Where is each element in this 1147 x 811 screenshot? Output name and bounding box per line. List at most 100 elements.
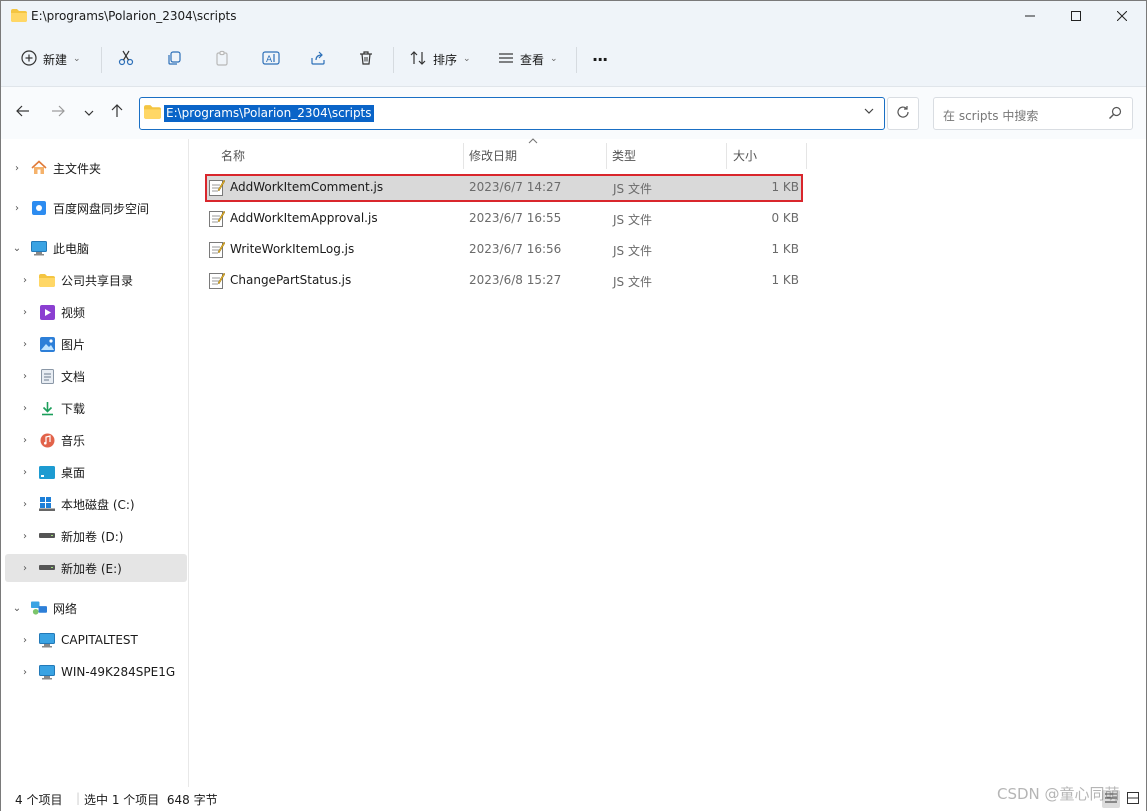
folder-icon <box>39 272 55 288</box>
chevron-right-icon[interactable]: › <box>19 435 31 446</box>
sidebar-item-shared-folder[interactable]: › 公司共享目录 <box>5 266 187 294</box>
rename-button[interactable]: A <box>262 43 280 75</box>
file-row[interactable]: WriteWorkItemLog.js 2023/6/7 16:56 JS 文件… <box>206 237 802 263</box>
share-icon <box>310 50 326 69</box>
chevron-right-icon[interactable]: › <box>19 339 31 350</box>
js-file-icon <box>209 179 226 199</box>
paste-button[interactable] <box>214 43 230 75</box>
refresh-button[interactable] <box>887 97 919 130</box>
sidebar-item-pictures[interactable]: › 图片 <box>5 330 187 358</box>
copy-button[interactable] <box>166 43 182 75</box>
sidebar-item-desktop[interactable]: › 桌面 <box>5 458 187 486</box>
chevron-right-icon[interactable]: › <box>19 667 31 678</box>
sidebar-item-drive-c[interactable]: › 本地磁盘 (C:) <box>5 490 187 518</box>
cut-button[interactable] <box>118 43 134 75</box>
toolbar-divider <box>101 47 102 73</box>
chevron-right-icon[interactable]: › <box>19 563 31 574</box>
sidebar-item-drive-d[interactable]: › 新加卷 (D:) <box>5 522 187 550</box>
forward-button[interactable] <box>48 103 68 123</box>
chevron-right-icon[interactable]: › <box>19 467 31 478</box>
network-icon <box>31 600 47 616</box>
column-divider[interactable] <box>806 143 807 169</box>
sidebar-item-capitaltest[interactable]: › CAPITALTEST <box>5 626 187 654</box>
chevron-down-icon[interactable] <box>864 106 874 119</box>
chevron-right-icon[interactable]: › <box>11 203 23 214</box>
file-type: JS 文件 <box>613 182 652 196</box>
close-button[interactable] <box>1099 1 1145 31</box>
file-row[interactable]: AddWorkItemApproval.js 2023/6/7 16:55 JS… <box>206 206 802 232</box>
chevron-right-icon[interactable]: › <box>19 275 31 286</box>
chevron-down-icon[interactable]: ⌄ <box>11 243 23 254</box>
column-divider[interactable] <box>463 143 464 169</box>
chevron-right-icon[interactable]: › <box>19 307 31 318</box>
sidebar-item-documents[interactable]: › 文档 <box>5 362 187 390</box>
sidebar-item-label: 主文件夹 <box>53 161 102 176</box>
trash-icon <box>358 50 374 69</box>
sort-button[interactable]: 排序 ⌄ <box>409 43 471 75</box>
sidebar-item-downloads[interactable]: › 下载 <box>5 394 187 422</box>
chevron-right-icon[interactable]: › <box>19 531 31 542</box>
chevron-right-icon[interactable]: › <box>19 499 31 510</box>
windows-drive-icon <box>39 496 55 512</box>
back-button[interactable] <box>13 103 33 123</box>
chevron-down-icon: ⌄ <box>73 54 81 64</box>
view-button[interactable]: 查看 ⌄ <box>498 43 558 75</box>
file-type: JS 文件 <box>613 275 652 289</box>
video-icon <box>39 304 55 320</box>
chevron-right-icon[interactable]: › <box>19 403 31 414</box>
item-count: 4 个项目 <box>15 793 63 807</box>
sidebar-item-label: 图片 <box>61 337 86 352</box>
sidebar-item-label: 本地磁盘 (C:) <box>61 497 135 512</box>
address-path[interactable]: E:\programs\Polarion_2304\scripts <box>164 105 374 122</box>
more-icon: ··· <box>592 49 608 69</box>
refresh-icon <box>896 105 910 123</box>
file-row[interactable]: AddWorkItemComment.js 2023/6/7 14:27 JS … <box>205 174 803 202</box>
sidebar-item-home[interactable]: › 主文件夹 <box>5 154 187 182</box>
sidebar-item-label: WIN-49K284SPE1G <box>61 665 176 679</box>
sidebar-item-this-pc[interactable]: ⌄ 此电脑 <box>5 234 187 262</box>
minimize-button[interactable] <box>1007 1 1053 31</box>
maximize-button[interactable] <box>1053 1 1099 31</box>
search-icon[interactable] <box>1108 106 1122 123</box>
file-size: 1 KB <box>771 273 799 287</box>
recent-locations-button[interactable] <box>79 103 99 123</box>
chevron-right-icon[interactable]: › <box>11 163 23 174</box>
column-header-size[interactable]: 大小 <box>733 145 757 167</box>
search-input[interactable]: 在 scripts 中搜索 <box>943 107 1038 124</box>
tiles-view-button[interactable] <box>1124 790 1142 808</box>
sort-label: 排序 <box>433 52 458 67</box>
sidebar-item-baidu-sync[interactable]: › 百度网盘同步空间 <box>5 194 187 222</box>
scissors-icon <box>118 50 134 69</box>
column-header-name[interactable]: 名称 <box>221 145 245 167</box>
column-header-date[interactable]: 修改日期 <box>469 145 517 167</box>
delete-button[interactable] <box>358 43 374 75</box>
column-divider[interactable] <box>726 143 727 169</box>
chevron-down-icon: ⌄ <box>550 54 558 64</box>
share-button[interactable] <box>310 43 326 75</box>
chevron-right-icon[interactable]: › <box>19 635 31 646</box>
watermark: CSDN @童心同萌 <box>997 785 1120 803</box>
chevron-right-icon[interactable]: › <box>19 371 31 382</box>
title-bar: E:\programs\Polarion_2304\scripts <box>1 1 1146 31</box>
drive-icon <box>39 528 55 544</box>
new-button[interactable]: 新建 ⌄ <box>21 43 81 75</box>
file-date: 2023/6/8 15:27 <box>469 273 562 287</box>
sidebar-item-network[interactable]: ⌄ 网络 <box>5 594 187 622</box>
up-button[interactable] <box>107 103 127 123</box>
sidebar-item-win-host[interactable]: › WIN-49K284SPE1G <box>5 658 187 686</box>
chevron-down-icon[interactable]: ⌄ <box>11 603 23 614</box>
file-row[interactable]: ChangePartStatus.js 2023/6/8 15:27 JS 文件… <box>206 268 802 294</box>
navigation-pane: › 主文件夹 › 百度网盘同步空间 ⌄ 此电脑 › 公司共享目录 › 视频 › … <box>1 139 189 787</box>
search-box[interactable]: 在 scripts 中搜索 <box>933 97 1133 130</box>
sidebar-item-music[interactable]: › 音乐 <box>5 426 187 454</box>
address-bar[interactable]: E:\programs\Polarion_2304\scripts <box>139 97 885 130</box>
computer-icon <box>39 664 55 680</box>
sidebar-item-label: 下载 <box>61 401 86 416</box>
column-header-type[interactable]: 类型 <box>612 145 636 167</box>
js-file-icon <box>209 272 226 292</box>
sidebar-item-label: 网络 <box>53 601 78 616</box>
column-divider[interactable] <box>606 143 607 169</box>
more-button[interactable]: ··· <box>592 43 608 75</box>
sidebar-item-videos[interactable]: › 视频 <box>5 298 187 326</box>
sidebar-item-drive-e[interactable]: › 新加卷 (E:) <box>5 554 187 582</box>
